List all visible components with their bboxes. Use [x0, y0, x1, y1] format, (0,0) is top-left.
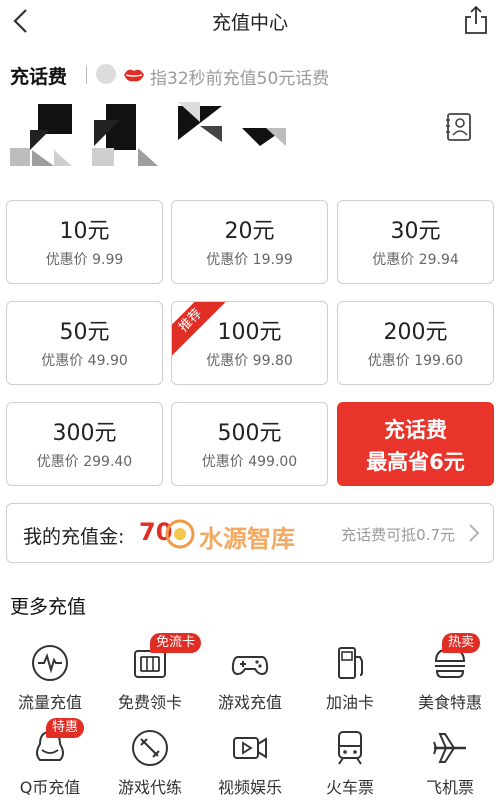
service-label: 加油卡: [325, 693, 374, 712]
service-label: 免费领卡: [117, 693, 182, 712]
service-label: 游戏代练: [117, 778, 182, 797]
notice-lead: 指: [150, 69, 167, 89]
gold-hint: 充话费可抵0.7元: [341, 526, 455, 544]
section-title: 充话费: [10, 66, 68, 88]
service-label: 视频娱乐: [217, 778, 282, 797]
service-data-recharge[interactable]: 流量充值: [0, 643, 100, 719]
card-amount: 100元: [217, 320, 282, 345]
recharge-section-header: 充话费 指32秒前充值50元话费: [10, 62, 490, 90]
promo-banner[interactable]: 充话费 最高省6元: [337, 402, 494, 486]
sword-icon: [132, 730, 168, 766]
airplane-icon: [433, 733, 466, 763]
promo-line-1: 充话费: [384, 418, 447, 442]
amount-card-200[interactable]: 200元 优惠价 199.60: [337, 301, 494, 385]
card-price: 优惠价 299.40: [36, 454, 133, 470]
avatar: [96, 64, 116, 84]
lips-icon: [124, 69, 144, 82]
special-offer-badge: 特惠: [46, 718, 85, 738]
fuel-pump-icon: [338, 647, 363, 679]
page-title: 充值中心: [211, 12, 288, 34]
amount-card-10[interactable]: 10元 优惠价 9.99: [6, 200, 163, 284]
card-price: 优惠价 19.99: [206, 252, 293, 268]
train-icon: [338, 731, 362, 765]
divider: [86, 66, 87, 84]
service-food-deals[interactable]: 热卖 美食特惠: [400, 633, 500, 719]
amount-card-100[interactable]: 推荐 100元 优惠价 99.80: [171, 301, 328, 385]
card-amount: 200元: [383, 320, 448, 345]
card-price: 优惠价 99.80: [206, 353, 293, 369]
amount-card-30[interactable]: 30元 优惠价 29.94: [337, 200, 494, 284]
card-price: 优惠价 199.60: [367, 353, 464, 369]
more-section-title: 更多充值: [10, 596, 87, 618]
service-label: 游戏充值: [217, 693, 282, 712]
contacts-book-icon[interactable]: [444, 112, 474, 142]
amount-card-500[interactable]: 500元 优惠价 499.00: [171, 402, 328, 486]
service-free-sim[interactable]: 免流卡 免费领卡: [100, 633, 202, 719]
share-icon[interactable]: [462, 4, 490, 36]
card-amount: 50元: [59, 320, 110, 345]
service-qcoin[interactable]: 特惠 Q币充值: [0, 718, 100, 804]
service-fuel-card[interactable]: 加油卡: [300, 643, 400, 719]
card-amount: 30元: [390, 219, 441, 244]
card-price: 优惠价 9.99: [45, 252, 124, 268]
service-game-recharge[interactable]: 游戏充值: [200, 643, 300, 719]
gold-label: 我的充值金:: [23, 526, 125, 548]
watermark: 水源智库: [163, 514, 313, 554]
service-game-boost[interactable]: 游戏代练: [100, 728, 200, 804]
service-flight-ticket[interactable]: 飞机票: [400, 728, 500, 804]
hot-sale-badge: 热卖: [442, 633, 481, 653]
service-label: Q币充值: [19, 778, 81, 797]
service-label: 美食特惠: [417, 693, 482, 712]
card-price: 优惠价 29.94: [372, 252, 459, 268]
service-label: 流量充值: [17, 693, 82, 712]
service-label: 飞机票: [425, 778, 474, 797]
video-icon: [233, 737, 267, 759]
card-price: 优惠价 49.90: [41, 353, 128, 369]
phone-number-redacted[interactable]: [10, 100, 310, 170]
card-amount: 500元: [217, 421, 282, 446]
service-label: 火车票: [325, 778, 374, 797]
promo-line-2: 最高省6元: [366, 450, 465, 474]
amount-card-20[interactable]: 20元 优惠价 19.99: [171, 200, 328, 284]
card-amount: 300元: [52, 421, 117, 446]
service-train-ticket[interactable]: 火车票: [300, 728, 400, 804]
notice-text: 32秒前充值50元话费: [167, 69, 330, 89]
chevron-right-icon: [469, 524, 480, 542]
gamepad-icon: [231, 656, 269, 676]
card-price: 优惠价 499.00: [201, 454, 298, 470]
watermark-logo-icon: [165, 519, 195, 549]
service-video[interactable]: 视频娱乐: [200, 728, 300, 804]
amount-card-300[interactable]: 300元 优惠价 299.40: [6, 402, 163, 486]
recent-recharge-notice: 指32秒前充值50元话费: [150, 64, 329, 89]
card-amount: 10元: [59, 219, 110, 244]
pulse-icon: [32, 645, 68, 681]
free-data-badge: 免流卡: [150, 633, 202, 653]
card-amount: 20元: [224, 219, 275, 244]
recharge-gold-row[interactable]: 我的充值金: 70 水源智库 充话费可抵0.7元: [6, 503, 494, 563]
amount-card-50[interactable]: 50元 优惠价 49.90: [6, 301, 163, 385]
top-nav-bar: 充值中心: [0, 0, 500, 42]
watermark-text: 水源智库: [199, 525, 295, 553]
